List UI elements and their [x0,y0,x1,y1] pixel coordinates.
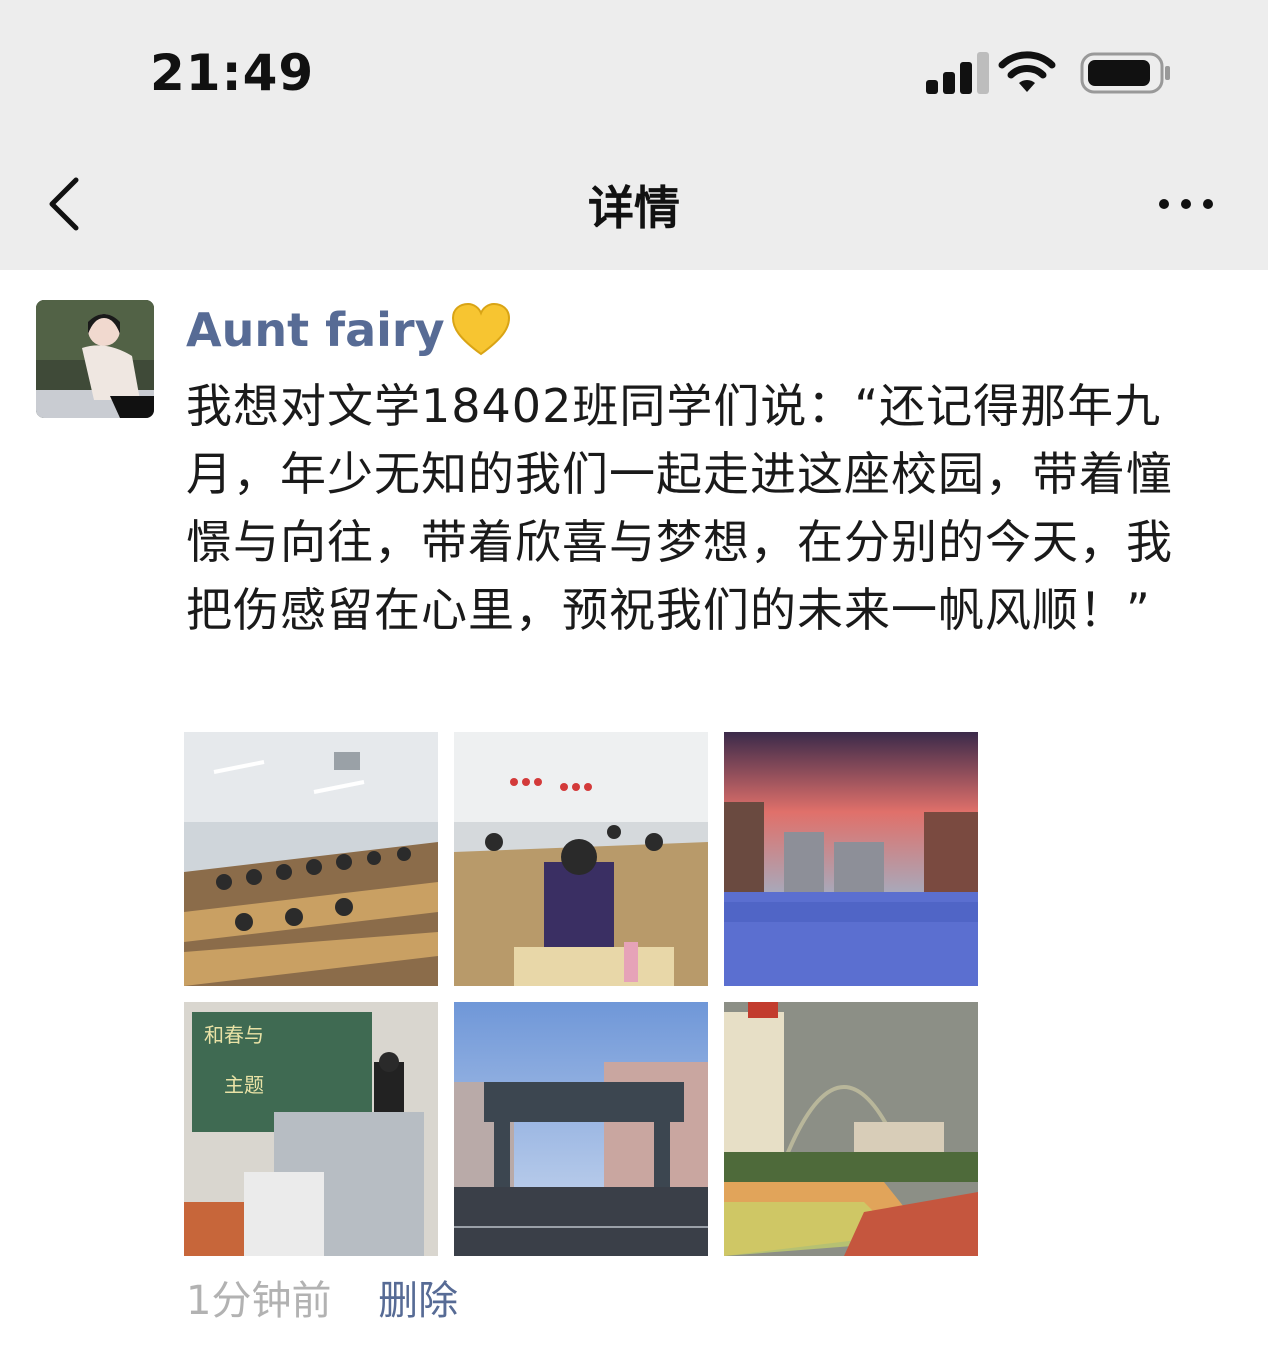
classroom-students-reading-photo[interactable] [454,732,708,986]
avatar[interactable] [36,300,154,418]
post-text: 我想对文学18402班同学们说：“还记得那年九月，年少无知的我们一起走进这座校园… [186,379,1173,637]
campus-sunset-photo[interactable] [724,732,978,986]
svg-text:和春与: 和春与 [204,1023,264,1047]
post-meta: 1分钟前 删除 [186,1268,458,1326]
status-time: 21:49 [150,44,315,102]
page-title: 详情 [588,181,680,235]
svg-text:主题: 主题 [224,1073,264,1097]
lecture-hall-students-photo[interactable] [184,732,438,986]
more-dots-icon[interactable] [1156,192,1216,216]
yellow-heart-icon [451,302,510,356]
author-name-text[interactable]: Aunt fairy [186,303,445,357]
cellular-signal-icon [926,52,989,94]
author-name[interactable]: Aunt fairy [186,302,511,358]
speech-at-podium-photo[interactable]: 和春与 主题 [184,1002,438,1256]
wifi-icon [998,51,1056,92]
delete-button[interactable]: 删除 [378,1278,458,1324]
battery-icon [1080,52,1170,94]
top-bar: 21:49 详情 [0,0,1268,270]
stadium-rainbow-photo[interactable] [724,1002,978,1256]
post-time: 1分钟前 [186,1278,332,1324]
college-gate-photo[interactable] [454,1002,708,1256]
